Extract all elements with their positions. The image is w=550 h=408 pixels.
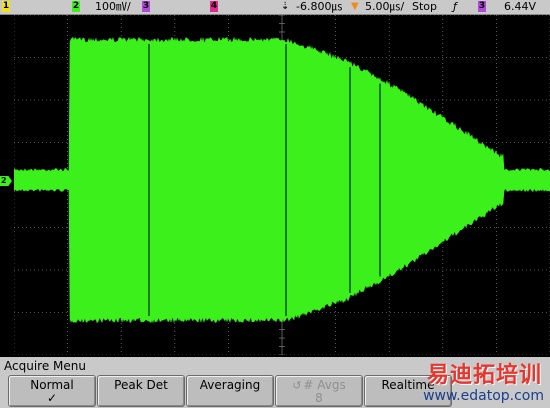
peak-detect-softkey[interactable]: Peak Det xyxy=(97,375,185,407)
run-state[interactable]: Stop xyxy=(412,0,437,14)
status-bar: 1 2 100㎷/ 3 4 ⇣ -6.800㎲ ▼ 5.00㎲/ Stop ƒ … xyxy=(0,0,550,15)
trigger-level: 6.44V xyxy=(504,0,537,13)
softkey-label: Averaging xyxy=(199,378,261,392)
channel2-ground-marker[interactable]: 2 xyxy=(0,176,12,186)
menu-title: Acquire Menu xyxy=(4,359,86,373)
timebase-scale: 5.00㎲/ xyxy=(365,0,405,13)
checkmark-icon: ✓ xyxy=(46,391,58,405)
channel1-indicator[interactable]: 1 xyxy=(2,1,10,12)
waveform-envelope xyxy=(14,36,550,324)
trigger-source-indicator: 3 xyxy=(478,1,486,12)
softkey-label: Peak Det xyxy=(114,378,168,392)
channel2-waveform xyxy=(14,36,550,324)
averaging-softkey[interactable]: Averaging xyxy=(186,375,274,407)
num-averages-value: 8 xyxy=(315,391,323,405)
rotate-knob-icon: ↺ xyxy=(292,379,302,392)
waveform-display[interactable] xyxy=(14,15,550,355)
rising-edge-icon: ƒ xyxy=(453,0,457,13)
softkey-label: # Avgs xyxy=(303,378,346,392)
trigger-position-icon: ⇣ xyxy=(281,1,290,12)
normal-softkey[interactable]: Normal ✓ xyxy=(8,375,96,407)
trigger-delay: -6.800㎲ xyxy=(296,0,343,13)
watermark-url: www.edatop.com xyxy=(423,388,544,404)
num-averages-softkey[interactable]: ↺ # Avgs 8 xyxy=(275,375,363,407)
channel2-scale: 100㎷/ xyxy=(95,0,131,13)
channel4-indicator[interactable]: 4 xyxy=(210,1,218,12)
delay-marker-icon: ▼ xyxy=(351,1,359,12)
watermark-logo-text: 易迪拓培训 xyxy=(426,363,542,388)
channel3-indicator[interactable]: 3 xyxy=(142,1,150,12)
oscilloscope-screen: 1 2 100㎷/ 3 4 ⇣ -6.800㎲ ▼ 5.00㎲/ Stop ƒ … xyxy=(0,0,550,408)
channel2-indicator[interactable]: 2 xyxy=(72,1,80,12)
